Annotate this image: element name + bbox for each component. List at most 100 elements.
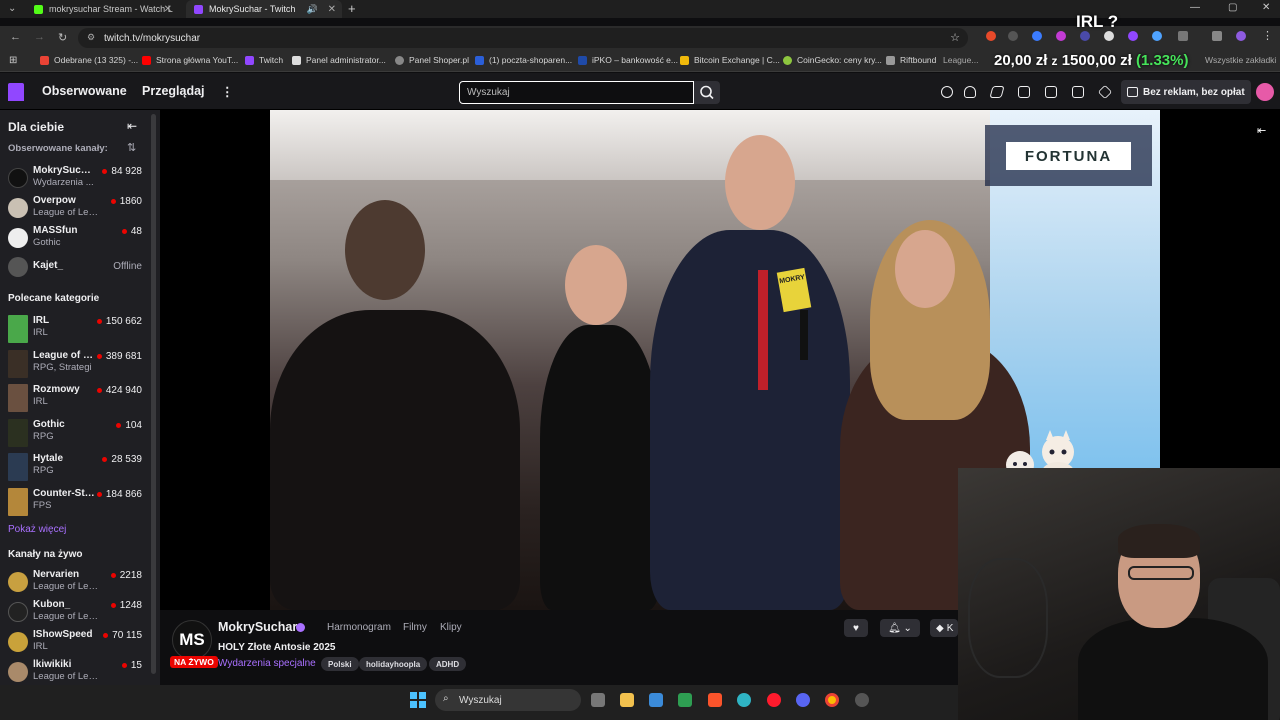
tab-schedule[interactable]: Harmonogram bbox=[327, 622, 391, 633]
task-view-icon[interactable] bbox=[591, 693, 605, 707]
edge-icon[interactable] bbox=[737, 693, 751, 707]
sidebar-item-kajet[interactable]: Kajet_ Offline bbox=[0, 257, 150, 290]
more-menu-icon[interactable]: ⋮ bbox=[221, 84, 234, 99]
extension-icon[interactable] bbox=[986, 31, 996, 41]
whispers-icon[interactable] bbox=[1072, 86, 1084, 98]
extension-icon[interactable] bbox=[1008, 31, 1018, 41]
extension-icon[interactable] bbox=[1032, 31, 1042, 41]
audio-playing-icon[interactable]: 🔊 bbox=[307, 4, 318, 15]
new-tab-icon[interactable]: + bbox=[348, 1, 356, 16]
profile-avatar[interactable] bbox=[1236, 31, 1246, 41]
collapse-sidebar-icon[interactable]: ⇤ bbox=[127, 119, 137, 133]
maximize-icon[interactable]: ▢ bbox=[1228, 2, 1237, 13]
bookmark-star-icon[interactable]: ☆ bbox=[950, 31, 960, 44]
tab-mokrysuchar-twitch[interactable]: MokrySuchar - Twitch 🔊 ✕ bbox=[186, 0, 342, 18]
reading-list-icon[interactable] bbox=[1212, 31, 1222, 41]
sidebar-item-lkiwikiki[interactable]: lkiwikiki League of Lege... 15 bbox=[0, 659, 150, 685]
sidebar-item-massfun[interactable]: MASSfun Gothic 48 bbox=[0, 225, 150, 255]
tab-clips[interactable]: Klipy bbox=[440, 622, 462, 633]
sidebar-category-hytale[interactable]: Hytale RPG 28 539 bbox=[0, 453, 150, 483]
opera-icon[interactable] bbox=[767, 693, 781, 707]
bookmark-league[interactable]: League... bbox=[943, 55, 978, 65]
settings-gear-icon[interactable] bbox=[855, 693, 869, 707]
user-avatar[interactable] bbox=[1256, 83, 1274, 101]
bookmark-panel-shoper[interactable]: Panel Shoper.pl bbox=[395, 55, 469, 65]
crown-icon[interactable] bbox=[1018, 86, 1030, 98]
sidebar-category-counter-strike[interactable]: Counter-Str... FPS 184 866 bbox=[0, 488, 150, 518]
sidebar-item-kubon[interactable]: Kubon_ League of Leg... 1248 bbox=[0, 599, 150, 629]
nav-browse[interactable]: Przeglądaj bbox=[142, 84, 205, 98]
sidebar-scrollbar[interactable] bbox=[151, 114, 156, 674]
channel-avatar[interactable]: MS bbox=[172, 620, 212, 660]
search-input[interactable]: Wyszukaj bbox=[459, 81, 694, 104]
reload-icon[interactable]: ↻ bbox=[58, 31, 67, 44]
close-window-icon[interactable]: ✕ bbox=[1262, 2, 1270, 13]
bookmark-binance[interactable]: Bitcoin Exchange | C... bbox=[680, 55, 780, 65]
sort-icon[interactable]: ⇅ bbox=[127, 141, 136, 154]
sidebar-category-league[interactable]: League of L... RPG, Strategi 389 681 bbox=[0, 350, 150, 380]
prime-icon[interactable] bbox=[989, 86, 1005, 98]
extension-icon[interactable] bbox=[1056, 31, 1066, 41]
bookmark-coingecko[interactable]: CoinGecko: ceny kry... bbox=[783, 55, 882, 65]
turbo-button[interactable]: Bez reklam, bez opłat bbox=[1121, 80, 1251, 104]
bookmark-youtube[interactable]: Strona główna YouT... bbox=[142, 55, 238, 65]
apps-grid-icon[interactable]: ⊞ bbox=[9, 55, 17, 66]
bookmark-ipko[interactable]: iPKO – bankowość e... bbox=[578, 55, 678, 65]
url-bar[interactable]: ⚙ twitch.tv/mokrysuchar ☆ bbox=[78, 28, 968, 48]
back-icon[interactable]: ← bbox=[10, 31, 21, 43]
sidebar-category-gothic[interactable]: Gothic RPG 104 bbox=[0, 419, 150, 449]
windows-start-icon[interactable] bbox=[410, 692, 426, 708]
category-cover bbox=[8, 315, 28, 343]
chrome-icon[interactable] bbox=[825, 693, 839, 707]
brave-icon[interactable] bbox=[708, 693, 722, 707]
extension-icon[interactable] bbox=[1152, 31, 1162, 41]
taskbar-search[interactable]: ⌕ Wyszukaj bbox=[435, 689, 581, 711]
chrome-menu-icon[interactable]: ⋮ bbox=[1262, 29, 1273, 42]
subscribe-button[interactable]: ◆ K bbox=[930, 619, 958, 637]
bookmark-poczta[interactable]: (1) poczta-shoparen... bbox=[475, 55, 572, 65]
sidebar-category-rozmowy[interactable]: Rozmowy IRL 424 940 bbox=[0, 384, 150, 414]
tab-mokrysuchar-stream[interactable]: mokrysuchar Stream - Watch L ✕ bbox=[26, 0, 178, 18]
nav-following[interactable]: Obserwowane bbox=[42, 84, 127, 98]
bookmark-panel-admin[interactable]: Panel administrator... bbox=[292, 55, 386, 65]
inbox-icon[interactable] bbox=[1045, 86, 1057, 98]
tag-holidayhoopla[interactable]: holidayhoopla bbox=[359, 657, 428, 671]
sidebar-item-ishowspeed[interactable]: IShowSpeed IRL 70 115 bbox=[0, 629, 150, 659]
tag-polski[interactable]: Polski bbox=[321, 657, 359, 671]
tag-adhd[interactable]: ADHD bbox=[429, 657, 467, 671]
extension-icon[interactable] bbox=[1128, 31, 1138, 41]
drops-icon[interactable] bbox=[964, 86, 976, 98]
extension-icon[interactable] bbox=[1104, 31, 1114, 41]
tab-search-icon[interactable]: ⌄ bbox=[8, 3, 16, 14]
forward-icon[interactable]: → bbox=[34, 31, 45, 43]
store-icon[interactable] bbox=[649, 693, 663, 707]
activity-icon[interactable] bbox=[941, 86, 953, 98]
follow-button[interactable]: ♥ bbox=[844, 619, 868, 637]
notifications-button[interactable]: 🔔︎ ⌄ bbox=[880, 619, 920, 637]
sidebar-item-overpow[interactable]: Overpow League of Leg... 1860 bbox=[0, 195, 150, 225]
close-tab-icon[interactable]: ✕ bbox=[164, 4, 172, 15]
extensions-puzzle-icon[interactable] bbox=[1178, 31, 1188, 41]
file-explorer-icon[interactable] bbox=[620, 693, 634, 707]
expand-chat-icon[interactable]: ⇤ bbox=[1257, 124, 1266, 137]
bookmark-twitch[interactable]: Twitch bbox=[245, 55, 283, 65]
bookmark-gmail[interactable]: Odebrane (13 325) -... bbox=[40, 55, 138, 65]
close-tab-icon[interactable]: ✕ bbox=[328, 4, 336, 15]
all-bookmarks[interactable]: Wszystkie zakładki bbox=[1205, 55, 1276, 65]
search-button[interactable] bbox=[694, 81, 720, 104]
discord-icon[interactable] bbox=[796, 693, 810, 707]
minimize-icon[interactable]: — bbox=[1190, 2, 1200, 13]
bookmark-riftbound[interactable]: Riftbound bbox=[886, 55, 936, 65]
channel-name[interactable]: MokrySuchar bbox=[218, 620, 297, 634]
bits-icon[interactable] bbox=[1097, 84, 1113, 100]
excel-icon[interactable] bbox=[678, 693, 692, 707]
sidebar-item-nervarien[interactable]: Nervarien League of Leg... 2218 bbox=[0, 569, 150, 599]
site-info-icon[interactable]: ⚙ bbox=[87, 32, 95, 43]
sidebar-category-irl[interactable]: IRL IRL 150 662 bbox=[0, 315, 150, 345]
show-more-link[interactable]: Pokaż więcej bbox=[8, 524, 66, 535]
twitch-logo-icon[interactable] bbox=[8, 83, 24, 101]
extension-icon[interactable] bbox=[1080, 31, 1090, 41]
tab-videos[interactable]: Filmy bbox=[403, 622, 427, 633]
stream-category-link[interactable]: Wydarzenia specjalne bbox=[218, 658, 316, 669]
sidebar-item-mokrysuchar[interactable]: MokrySuchar Wydarzenia ... 84 928 bbox=[0, 165, 150, 195]
